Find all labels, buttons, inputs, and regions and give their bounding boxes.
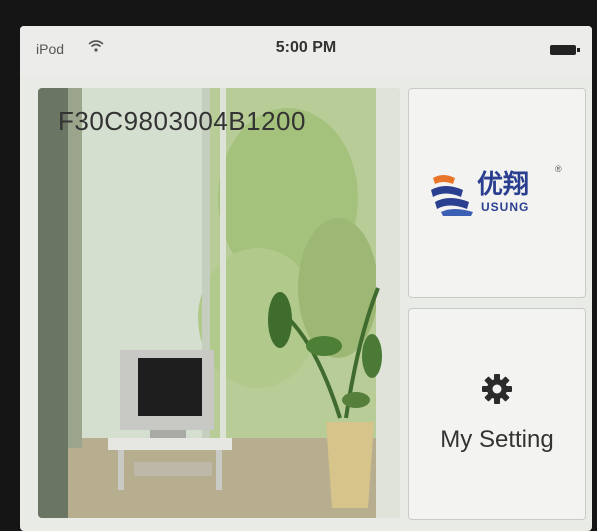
status-time: 5:00 PM	[275, 39, 337, 56]
logo-registered-mark: ®	[555, 164, 562, 174]
status-bar: iPod 5:00 PM	[20, 26, 592, 76]
wave-logo-icon	[431, 175, 473, 216]
my-setting-label: My Setting	[440, 426, 554, 453]
camera-id-label: F30C9803004B1200	[58, 106, 306, 136]
usung-logo: 优翔 ® USUNG	[429, 164, 579, 224]
brand-logo-tile[interactable]: 优翔 ® USUNG	[408, 88, 586, 298]
camera-preview-tile[interactable]: F30C9803004B1200	[38, 88, 400, 518]
gear-icon	[477, 369, 517, 409]
battery-icon	[550, 45, 580, 55]
app-screen: iPod 5:00 PM F30C9803004B1200 优翔 ® USUNG…	[20, 26, 592, 531]
logo-english-text: USUNG	[481, 200, 530, 214]
my-setting-button[interactable]: My Setting	[408, 308, 586, 520]
camera-snapshot-image	[38, 88, 400, 518]
logo-chinese-text: 优翔	[477, 169, 530, 199]
